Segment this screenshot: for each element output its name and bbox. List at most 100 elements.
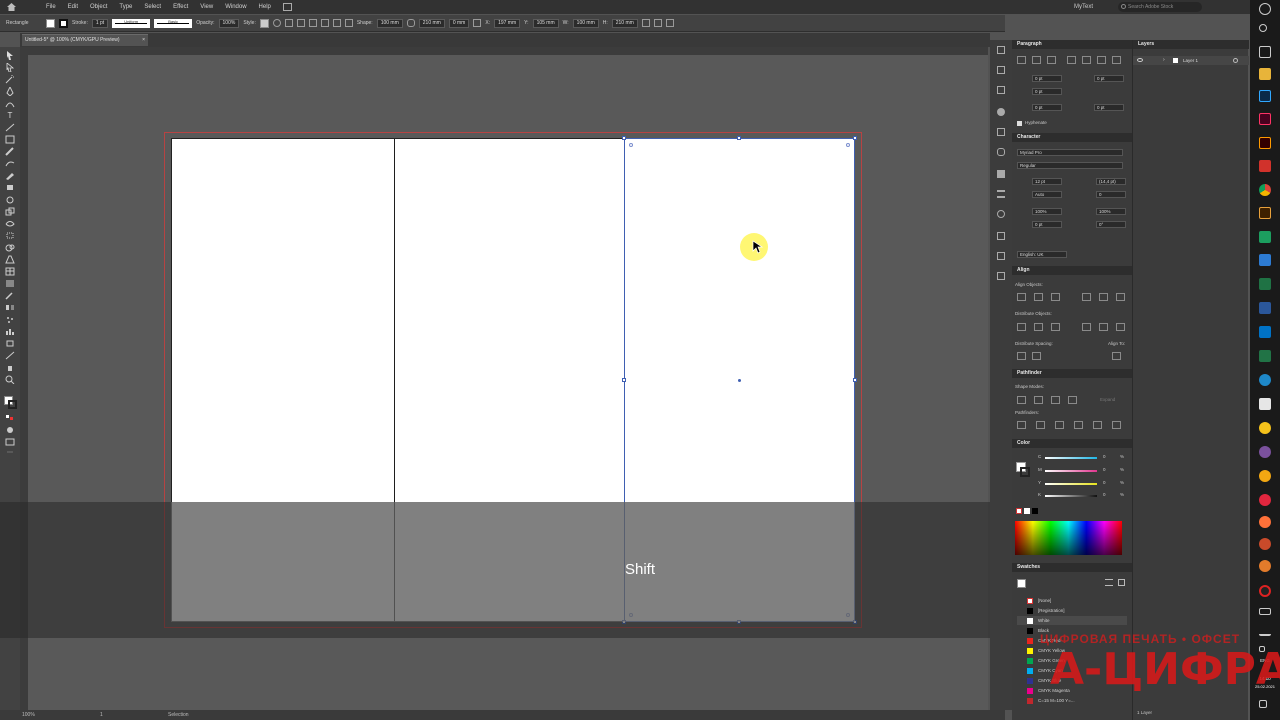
outlook-icon[interactable] xyxy=(1259,326,1271,338)
fill-swatch[interactable] xyxy=(46,18,55,28)
draw-mode-icon[interactable] xyxy=(5,425,15,434)
swatch-row[interactable]: White xyxy=(1017,616,1127,625)
visibility-eye-icon[interactable] xyxy=(1137,58,1143,62)
shape-builder-tool-icon[interactable] xyxy=(5,243,15,252)
arrange-documents-icon[interactable] xyxy=(282,3,292,11)
tracking-field[interactable]: 0 xyxy=(1096,191,1126,198)
first-line-indent-field[interactable]: 0 pt xyxy=(1032,88,1062,95)
merge-icon[interactable] xyxy=(1055,421,1064,429)
menu-select[interactable]: Select xyxy=(138,0,167,14)
excel-icon[interactable] xyxy=(1259,350,1271,362)
stroke-weight-field[interactable]: 1 pt xyxy=(91,18,109,28)
rectangle-tool-icon[interactable] xyxy=(5,135,15,144)
justify-left-icon[interactable] xyxy=(1067,56,1076,64)
font-family-field[interactable]: Myriad Pro xyxy=(1017,149,1123,156)
align-panel-header[interactable]: Align xyxy=(1012,266,1132,275)
color-spectrum[interactable] xyxy=(1015,521,1122,555)
link-icon[interactable] xyxy=(406,19,415,27)
symbol-sprayer-tool-icon[interactable] xyxy=(5,315,15,324)
align-left-text-icon[interactable] xyxy=(1017,56,1026,64)
keyboard-icon[interactable] xyxy=(1259,608,1271,615)
asset-export-icon[interactable] xyxy=(997,252,1005,260)
cyan-slider[interactable] xyxy=(1045,457,1097,459)
horizontal-ruler[interactable] xyxy=(20,47,988,55)
workspace-switcher[interactable]: MyText xyxy=(1074,0,1093,14)
artboard-navigator[interactable]: 1 xyxy=(100,710,103,720)
panel-menu-icon[interactable] xyxy=(665,19,674,27)
handle-middle-right[interactable] xyxy=(853,378,857,382)
indesign-icon[interactable] xyxy=(1259,113,1271,125)
justify-all-icon[interactable] xyxy=(1112,56,1121,64)
appearance-icon[interactable] xyxy=(997,108,1005,116)
left-indent-field[interactable]: 0 pt xyxy=(1032,75,1062,82)
screen-mode-icon[interactable] xyxy=(5,437,15,446)
layer-target-icon[interactable] xyxy=(1233,58,1238,63)
vertical-scale-field[interactable]: 100% xyxy=(1032,208,1062,215)
power-icon[interactable] xyxy=(1259,3,1271,15)
stroke-panel-icon[interactable] xyxy=(997,190,1005,198)
x-field[interactable]: 197 mm xyxy=(494,18,521,28)
horizontal-align-left-icon[interactable] xyxy=(1017,293,1026,301)
right-indent-field[interactable]: 0 pt xyxy=(1094,75,1124,82)
divide-icon[interactable] xyxy=(1017,421,1026,429)
graphic-styles-icon[interactable] xyxy=(997,170,1005,178)
horizontal-align-center-icon[interactable] xyxy=(1034,293,1043,301)
file-explorer-icon[interactable] xyxy=(1259,68,1271,80)
horizontal-align-right-icon[interactable] xyxy=(1051,293,1060,301)
distribute-vcenter-icon[interactable] xyxy=(1034,323,1043,331)
close-tab-icon[interactable]: × xyxy=(142,35,145,46)
black-swatch-icon[interactable] xyxy=(1032,508,1038,514)
graph-tool-icon[interactable] xyxy=(5,327,15,336)
align-right-icon[interactable] xyxy=(308,19,317,27)
scale-tool-icon[interactable] xyxy=(5,207,15,216)
minus-back-icon[interactable] xyxy=(1112,421,1121,429)
w-field[interactable]: 100 mm xyxy=(572,18,599,28)
trim-icon[interactable] xyxy=(1036,421,1045,429)
swatch-row[interactable]: C=15 M=100 Y=... xyxy=(1017,696,1127,705)
taskbar-search-icon[interactable] xyxy=(1259,24,1267,32)
intersect-icon[interactable] xyxy=(1051,396,1060,404)
eraser-tool-icon[interactable] xyxy=(5,183,15,192)
outline-icon[interactable] xyxy=(1093,421,1102,429)
pencil-tool-icon[interactable] xyxy=(5,171,15,180)
align-right-text-icon[interactable] xyxy=(1047,56,1056,64)
character-panel-header[interactable]: Character xyxy=(1012,133,1132,142)
handle-top-right[interactable] xyxy=(853,136,857,140)
vertical-align-top-icon[interactable] xyxy=(1082,293,1091,301)
align-bottom-icon[interactable] xyxy=(344,19,353,27)
yellow-slider[interactable] xyxy=(1045,483,1097,485)
edge-icon[interactable] xyxy=(1259,374,1271,386)
space-before-field[interactable]: 0 pt xyxy=(1032,104,1062,111)
task-view-icon[interactable] xyxy=(1259,46,1271,58)
corel-icon[interactable] xyxy=(1259,231,1271,243)
handle-top-middle[interactable] xyxy=(737,136,741,140)
exclude-icon[interactable] xyxy=(1068,396,1077,404)
variable-width-profile[interactable]: Uniform xyxy=(112,18,151,28)
libraries-icon[interactable] xyxy=(997,66,1005,74)
align-center-icon[interactable] xyxy=(296,19,305,27)
hand-tool-icon[interactable] xyxy=(5,363,15,372)
baseline-shift-field[interactable]: 0 pt xyxy=(1032,221,1062,228)
font-size-field[interactable]: 12 pt xyxy=(1032,178,1062,185)
properties-icon[interactable] xyxy=(997,46,1005,54)
menu-edit[interactable]: Edit xyxy=(62,0,84,14)
menu-effect[interactable]: Effect xyxy=(167,0,194,14)
color-panel-header[interactable]: Color xyxy=(1012,439,1132,448)
line-tool-icon[interactable] xyxy=(5,123,15,132)
layers-panel-header[interactable]: Layers xyxy=(1133,40,1249,49)
distribute-right-icon[interactable] xyxy=(1116,323,1125,331)
swap-colors-icon[interactable] xyxy=(5,413,15,422)
horizontal-distribute-space-icon[interactable] xyxy=(1032,352,1041,360)
screen-recorder-icon[interactable] xyxy=(1259,585,1271,597)
none-swatch-icon[interactable] xyxy=(1016,508,1022,514)
transform-icon[interactable] xyxy=(641,19,650,27)
paintbrush-tool-icon[interactable] xyxy=(5,147,15,156)
opacity-field[interactable]: 100% xyxy=(218,18,240,28)
corner-widget[interactable] xyxy=(846,143,850,147)
vertical-align-center-icon[interactable] xyxy=(1099,293,1108,301)
illustrator-icon[interactable] xyxy=(1259,137,1271,149)
yellow-value[interactable]: 0 xyxy=(1103,480,1106,485)
white-swatch-icon[interactable] xyxy=(1024,508,1030,514)
gradient-tool-icon[interactable] xyxy=(5,279,15,288)
shaper-tool-icon[interactable] xyxy=(5,159,15,168)
